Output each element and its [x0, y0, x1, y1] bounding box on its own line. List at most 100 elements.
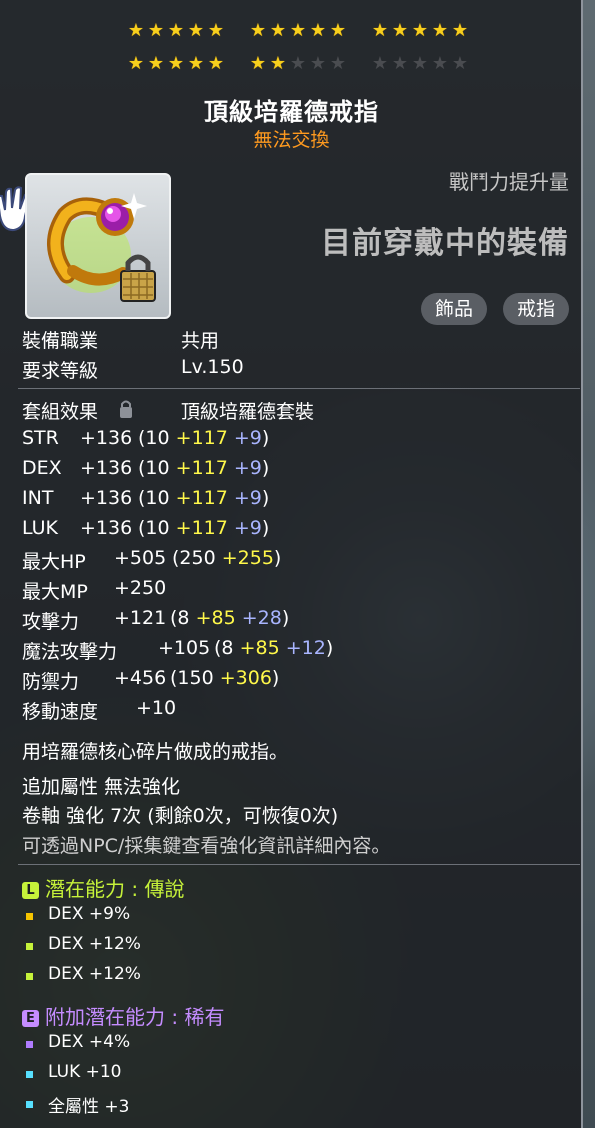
hp-total: +505 — [114, 547, 167, 569]
defense-base: 150 — [177, 667, 214, 689]
speed-total: +10 — [136, 697, 177, 719]
bullet-icon — [26, 913, 33, 920]
potential-line: DEX +9% — [48, 904, 131, 924]
star-empty-icon: ★ — [391, 53, 409, 74]
magic-total: +105 — [158, 637, 211, 659]
legendary-badge-icon: L — [22, 882, 39, 899]
star-force-row-2: ★ ★ ★ ★ ★ ★ ★ ★ ★ ★ ★ ★ ★ ★ ★ — [0, 55, 583, 77]
extra-line-3: 可透過NPC/採集鍵查看強化資訊詳細內容。 — [22, 835, 391, 857]
star-filled-icon: ★ — [249, 20, 267, 41]
star-filled-icon: ★ — [127, 20, 145, 41]
attack-total: +121 — [114, 607, 167, 629]
hp-breakdown: (250 +255) — [172, 547, 282, 569]
star-filled-icon: ★ — [269, 20, 287, 41]
magic-base: 8 — [221, 637, 234, 659]
stat-base: 10 — [145, 427, 170, 449]
star-empty-icon: ★ — [451, 53, 469, 74]
attack-breakdown: (8 +85 +28) — [170, 607, 290, 629]
stat-bonus: +117 — [175, 427, 228, 449]
additional-potential-title: 附加潛在能力 : 稀有 — [45, 1005, 225, 1029]
stat-name: STR — [22, 427, 59, 449]
level-row: 要求等級 — [22, 356, 98, 383]
stat-name: LUK — [22, 517, 59, 539]
hp-bonus: +255 — [221, 547, 274, 569]
defense-row: 防禦力 +456 (150 +306) — [22, 667, 279, 694]
attack-base: 8 — [177, 607, 190, 629]
star-filled-icon: ★ — [391, 20, 409, 41]
mp-row: 最大MP +250 — [22, 577, 166, 604]
trade-status: 無法交換 — [253, 129, 330, 151]
item-description: 用培羅德核心碎片做成的戒指。 — [22, 741, 289, 763]
rare-badge-icon: E — [22, 1010, 39, 1027]
potential-line: DEX +12% — [48, 934, 141, 954]
defense-breakdown: (150 +306) — [170, 667, 280, 689]
mp-total: +250 — [114, 577, 167, 599]
hp-name: 最大HP — [22, 551, 86, 573]
additional-potential-header: E 附加潛在能力 : 稀有 — [22, 1001, 224, 1030]
currently-equipped-label: 目前穿戴中的裝備 — [321, 226, 569, 261]
speed-name: 移動速度 — [22, 701, 99, 723]
potential-header: L 潛在能力 : 傳說 — [22, 873, 184, 902]
stat-breakdown: (10 +117 +9) — [138, 457, 270, 479]
stat-total: +136 — [80, 517, 133, 539]
star-filled-icon: ★ — [207, 20, 225, 41]
defense-name: 防禦力 — [22, 671, 80, 693]
item-tooltip: ★ ★ ★ ★ ★ ★ ★ ★ ★ ★ ★ ★ ★ ★ ★ ★ ★ ★ ★ ★ ★ ★ ★ ★ ★ ★ ★ ★ ★ ★ 頂級培羅… — [0, 0, 583, 1128]
set-value: 頂級培羅德套裝 — [181, 401, 315, 423]
bullet-icon — [26, 973, 33, 980]
bullet-icon — [26, 1101, 33, 1108]
star-filled-icon: ★ — [309, 20, 327, 41]
magic-row: 魔法攻擊力 +105 (8 +85 +12) — [22, 637, 333, 664]
stat-bonus: +117 — [175, 457, 228, 479]
stat-row-dex: DEX +136 (10 +117 +9) — [22, 457, 269, 479]
star-filled-icon: ★ — [187, 53, 205, 74]
attack-row: 攻擊力 +121 (8 +85 +28) — [22, 607, 289, 634]
attack-enhance: +28 — [241, 607, 282, 629]
potential-line: 全屬性 +3 — [48, 1097, 130, 1117]
ring-icon — [47, 193, 156, 302]
stat-row-luk: LUK +136 (10 +117 +9) — [22, 517, 269, 539]
star-filled-icon: ★ — [269, 53, 287, 74]
bullet-icon — [26, 1071, 33, 1078]
job-value: 共用 — [181, 330, 220, 352]
star-force-row-1: ★ ★ ★ ★ ★ ★ ★ ★ ★ ★ ★ ★ ★ ★ ★ — [0, 22, 583, 44]
speed-row: 移動速度 +10 — [22, 697, 176, 724]
hp-base: 250 — [179, 547, 216, 569]
stat-total: +136 — [80, 457, 133, 479]
stat-name: INT — [22, 487, 54, 509]
stat-enhance: +9 — [233, 457, 262, 479]
item-name: 頂級培羅德戒指 — [204, 98, 379, 126]
star-filled-icon: ★ — [167, 20, 185, 41]
job-row: 裝備職業 — [22, 326, 98, 353]
category-tag-ring: 戒指 — [502, 293, 569, 325]
stat-total: +136 — [80, 427, 133, 449]
potential-line: LUK +10 — [48, 1062, 122, 1082]
magic-enhance: +12 — [285, 637, 326, 659]
divider-1 — [18, 388, 580, 389]
star-filled-icon: ★ — [167, 53, 185, 74]
potential-title: 潛在能力 : 傳說 — [45, 877, 185, 901]
star-empty-icon: ★ — [371, 53, 389, 74]
stat-bonus: +117 — [175, 487, 228, 509]
category-tag-accessory: 飾品 — [420, 293, 487, 325]
stat-base: 10 — [145, 517, 170, 539]
star-empty-icon: ★ — [431, 53, 449, 74]
bullet-icon — [26, 1041, 33, 1048]
stat-row-int: INT +136 (10 +117 +9) — [22, 487, 269, 509]
set-label: 套組效果 — [22, 401, 99, 423]
job-label: 裝備職業 — [22, 330, 99, 352]
potential-line: DEX +12% — [48, 964, 141, 984]
star-filled-icon: ★ — [329, 20, 347, 41]
star-filled-icon: ★ — [127, 53, 145, 74]
star-filled-icon: ★ — [371, 20, 389, 41]
star-empty-icon: ★ — [411, 53, 429, 74]
attack-name: 攻擊力 — [22, 611, 80, 633]
level-value: Lv.150 — [181, 356, 244, 378]
hp-row: 最大HP +505 (250 +255) — [22, 547, 281, 574]
star-empty-icon: ★ — [289, 53, 307, 74]
magic-breakdown: (8 +85 +12) — [214, 637, 334, 659]
star-empty-icon: ★ — [329, 53, 347, 74]
star-filled-icon: ★ — [249, 53, 267, 74]
star-filled-icon: ★ — [451, 20, 469, 41]
lock-icon — [120, 400, 132, 418]
